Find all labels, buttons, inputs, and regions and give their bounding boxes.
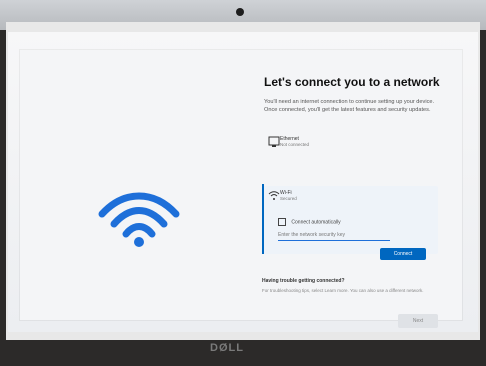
connect-button[interactable]: Connect <box>380 248 426 260</box>
screen: Let's connect you to a network You'll ne… <box>6 22 480 340</box>
network-setup: Let's connect you to a network You'll ne… <box>248 50 462 328</box>
password-underline <box>278 240 390 241</box>
setup-screen: Let's connect you to a network You'll ne… <box>8 32 478 332</box>
next-button[interactable]: Next <box>398 314 438 328</box>
page-title: Let's connect you to a network <box>264 75 440 89</box>
checkbox-icon[interactable] <box>278 218 286 226</box>
illustration-area <box>20 50 242 320</box>
network-status: Secured <box>280 196 297 201</box>
next-button-label: Next <box>412 318 424 324</box>
wifi-icon <box>98 192 180 247</box>
auto-connect-row[interactable]: Connect automatically <box>278 218 341 226</box>
brand-logo: DØLL <box>210 342 244 354</box>
password-placeholder: Enter the network security key <box>278 232 345 238</box>
help-heading: Having trouble getting connected? <box>262 278 345 284</box>
wifi-network-icon <box>268 191 280 200</box>
ethernet-icon <box>268 136 280 147</box>
password-field[interactable]: Enter the network security key <box>278 232 390 241</box>
setup-panel: Let's connect you to a network You'll ne… <box>20 50 462 328</box>
selection-accent <box>262 184 264 254</box>
camera-icon <box>236 8 244 16</box>
network-status: Not connected <box>280 142 310 147</box>
help-text: For troubleshooting tips, select Learn m… <box>262 288 424 293</box>
auto-connect-label: Connect automatically <box>291 219 341 226</box>
page-description: You'll need an internet connection to co… <box>264 99 435 114</box>
